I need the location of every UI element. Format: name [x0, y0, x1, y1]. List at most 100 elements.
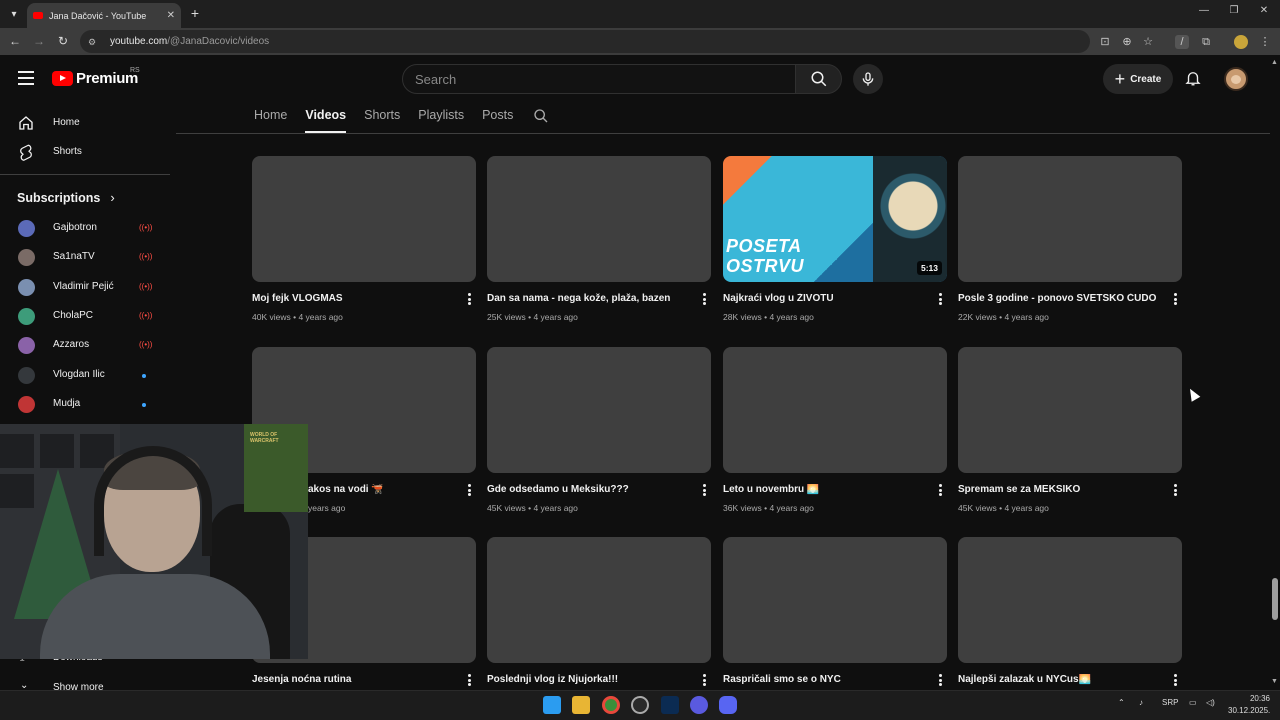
video-card[interactable]: Gde odsedamo u Meksiku??? 45K views • 4 y…: [487, 347, 711, 513]
network-icon[interactable]: ▭: [1189, 698, 1197, 707]
tab-search-button[interactable]: ▾: [5, 5, 23, 23]
video-thumbnail[interactable]: [958, 537, 1182, 663]
video-title[interactable]: Najlepši zalazak u NYCus🌅: [958, 674, 1163, 685]
install-app-icon[interactable]: ⊡: [1098, 35, 1112, 49]
video-title[interactable]: Leto u novembru 🌅: [723, 484, 928, 495]
youtube-premium-logo[interactable]: Premium RS: [52, 67, 140, 87]
tab-playlists[interactable]: Playlists: [418, 108, 464, 132]
language-indicator[interactable]: SRP: [1162, 698, 1178, 707]
file-explorer-icon[interactable]: [572, 696, 590, 714]
back-button[interactable]: ←: [8, 34, 22, 48]
account-avatar[interactable]: [1224, 67, 1248, 91]
video-title[interactable]: Gde odsedamo u Meksiku???: [487, 484, 692, 495]
tab-posts[interactable]: Posts: [482, 108, 513, 132]
more-actions-icon[interactable]: [1174, 293, 1178, 305]
video-thumbnail[interactable]: [487, 347, 711, 473]
notifications-bell-icon[interactable]: [1184, 69, 1202, 87]
subscriptions-header[interactable]: Subscriptions ›: [17, 190, 115, 205]
tab-title: Jana Dačović - YouTube: [49, 10, 147, 21]
video-title[interactable]: akos na vodi 🫕: [308, 484, 513, 495]
minimize-window-button[interactable]: —: [1194, 5, 1214, 16]
extension-icon[interactable]: /: [1175, 35, 1189, 49]
video-thumbnail[interactable]: [958, 156, 1182, 282]
volume-icon[interactable]: ◁): [1206, 698, 1215, 707]
video-card[interactable]: Najlepši zalazak u NYCus🌅: [958, 537, 1182, 686]
more-actions-icon[interactable]: [1174, 484, 1178, 496]
more-actions-icon[interactable]: [939, 484, 943, 496]
more-actions-icon[interactable]: [703, 674, 707, 686]
tray-mic-icon[interactable]: ♪: [1139, 698, 1143, 707]
video-thumbnail[interactable]: POSETA OSTRVU 5:13: [723, 156, 947, 282]
video-thumbnail[interactable]: [252, 156, 476, 282]
video-title[interactable]: Raspričali smo se o NYC: [723, 674, 928, 685]
guide-menu-icon[interactable]: [18, 71, 34, 85]
video-thumbnail[interactable]: [958, 347, 1182, 473]
site-info-icon[interactable]: ⚙: [86, 36, 98, 48]
video-title[interactable]: Najkraći vlog u ŽIVOTU: [723, 293, 928, 304]
more-actions-icon[interactable]: [1174, 674, 1178, 686]
voice-search-button[interactable]: [853, 64, 883, 94]
video-card[interactable]: Posle 3 godine - ponovo SVETSKO ČUDO 22K …: [958, 156, 1182, 322]
tab-home[interactable]: Home: [254, 108, 287, 132]
chrome-icon[interactable]: [602, 696, 620, 714]
photoshop-icon[interactable]: [661, 696, 679, 714]
video-card[interactable]: Poslednji vlog iz Njujorka!!!: [487, 537, 711, 686]
video-card[interactable]: Leto u novembru 🌅 36K views • 4 years ago: [723, 347, 947, 513]
discord-icon[interactable]: [719, 696, 737, 714]
close-tab-icon[interactable]: ✕: [167, 10, 175, 21]
sidebar-item-shorts[interactable]: Shorts: [0, 137, 170, 166]
reload-button[interactable]: ↻: [56, 34, 70, 48]
browser-menu-icon[interactable]: ⋮: [1258, 35, 1272, 49]
new-content-dot: [142, 374, 146, 378]
tray-overflow-icon[interactable]: ⌃: [1118, 698, 1125, 707]
windows-start-icon[interactable]: [543, 696, 561, 714]
more-actions-icon[interactable]: [468, 484, 472, 496]
more-actions-icon[interactable]: [468, 293, 472, 305]
video-title[interactable]: Dan sa nama - nega kože, plaža, bazen: [487, 293, 692, 304]
video-thumbnail[interactable]: [723, 537, 947, 663]
scroll-down-arrow[interactable]: ▼: [1271, 678, 1278, 685]
obs-icon[interactable]: [631, 696, 649, 714]
bookmark-star-icon[interactable]: ☆: [1141, 35, 1155, 49]
scrollbar-thumb[interactable]: [1272, 578, 1278, 620]
new-tab-button[interactable]: +: [188, 5, 202, 21]
video-card[interactable]: Moj fejk VLOGMAS 40K views • 4 years ago: [252, 156, 476, 322]
restore-window-button[interactable]: ❐: [1224, 5, 1244, 16]
search-input[interactable]: [415, 71, 795, 87]
more-actions-icon[interactable]: [939, 674, 943, 686]
video-title[interactable]: Jesenja noćna rutina: [252, 674, 457, 685]
video-thumbnail[interactable]: [487, 156, 711, 282]
video-metadata: 25K views • 4 years ago: [487, 312, 578, 322]
profile-avatar-icon[interactable]: [1234, 35, 1248, 49]
video-thumbnail[interactable]: [487, 537, 711, 663]
forward-button[interactable]: →: [32, 34, 46, 48]
taskbar-clock[interactable]: 20:36 30.12.2025.: [1228, 693, 1270, 717]
more-actions-icon[interactable]: [939, 293, 943, 305]
video-card[interactable]: Raspričali smo se o NYC: [723, 537, 947, 686]
search-button[interactable]: [795, 64, 842, 94]
more-actions-icon[interactable]: [468, 674, 472, 686]
extensions-puzzle-icon[interactable]: ⧉: [1199, 35, 1213, 49]
sidebar-item-home[interactable]: Home: [0, 108, 170, 137]
video-card[interactable]: Spremam se za MEKSIKO 45K views • 4 years…: [958, 347, 1182, 513]
video-title[interactable]: Moj fejk VLOGMAS: [252, 293, 457, 304]
channel-search-icon[interactable]: [533, 108, 549, 124]
video-title[interactable]: Posle 3 godine - ponovo SVETSKO ČUDO: [958, 293, 1163, 304]
tab-videos[interactable]: Videos: [305, 108, 346, 133]
tab-shorts[interactable]: Shorts: [364, 108, 400, 132]
browser-tab-active[interactable]: Jana Dačović - YouTube ✕: [27, 3, 181, 28]
more-actions-icon[interactable]: [703, 293, 707, 305]
create-button[interactable]: + Create: [1103, 64, 1173, 94]
scroll-up-arrow[interactable]: ▲: [1271, 59, 1278, 66]
video-title[interactable]: Poslednji vlog iz Njujorka!!!: [487, 674, 692, 685]
upload-age: years ago: [308, 503, 346, 513]
more-actions-icon[interactable]: [703, 484, 707, 496]
zoom-icon[interactable]: ⊕: [1120, 35, 1134, 49]
video-card[interactable]: POSETA OSTRVU 5:13 Najkraći vlog u ŽIVOTU 28…: [723, 156, 947, 322]
close-window-button[interactable]: ✕: [1254, 5, 1274, 16]
vegas-icon[interactable]: [690, 696, 708, 714]
address-bar[interactable]: ⚙ youtube.com/@JanaDacovic/videos: [80, 30, 1090, 53]
video-title[interactable]: Spremam se za MEKSIKO: [958, 484, 1163, 495]
video-card[interactable]: Dan sa nama - nega kože, plaža, bazen 25K…: [487, 156, 711, 322]
video-thumbnail[interactable]: [723, 347, 947, 473]
